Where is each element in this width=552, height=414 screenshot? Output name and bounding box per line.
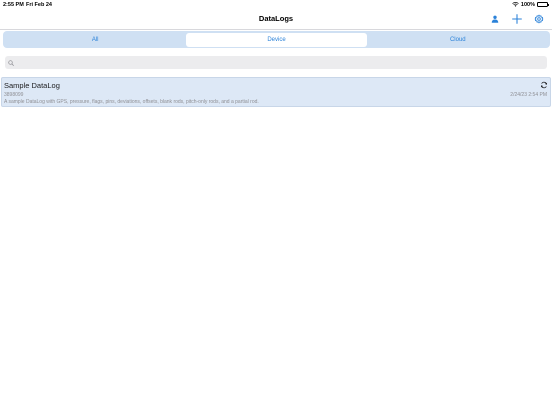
page-title: DataLogs (258, 14, 294, 23)
status-bar: 2:55 PM Fri Feb 24 100% (0, 0, 552, 9)
sync-icon[interactable] (540, 81, 548, 89)
user-icon (491, 15, 499, 23)
status-indicators: 100% (512, 1, 549, 8)
search-icon (8, 59, 14, 66)
status-date: Fri Feb 24 (26, 1, 52, 8)
datalog-title: Sample DataLog (4, 81, 60, 90)
datalog-description: A sample DataLog with GPS, pressure, fla… (4, 99, 259, 105)
segment-all[interactable]: All (5, 33, 186, 47)
segment-cloud[interactable]: Cloud (367, 33, 548, 47)
nav-bar: DataLogs (0, 9, 552, 29)
settings-button[interactable] (532, 12, 546, 26)
search-input[interactable] (17, 59, 537, 66)
datalog-date: 2/24/23 2:54 PM (510, 91, 547, 98)
add-datalog-button[interactable] (510, 12, 524, 26)
account-button[interactable] (488, 12, 502, 26)
segment-device[interactable]: Device (185, 32, 368, 47)
search-bar (5, 56, 547, 69)
nav-divider (0, 29, 552, 30)
wifi-icon (512, 2, 519, 7)
plus-icon (512, 14, 522, 24)
battery-percent: 100% (520, 1, 535, 8)
source-segmented-control: All Device Cloud (3, 31, 550, 48)
list-item[interactable]: Sample DataLog 3898099 A sample DataLog … (1, 77, 551, 107)
datalog-list: Sample DataLog 3898099 A sample DataLog … (1, 77, 551, 107)
datalog-id: 3898099 (4, 91, 24, 98)
battery-icon (537, 2, 549, 7)
gear-icon (534, 14, 544, 24)
status-time: 2:55 PM (3, 1, 24, 8)
